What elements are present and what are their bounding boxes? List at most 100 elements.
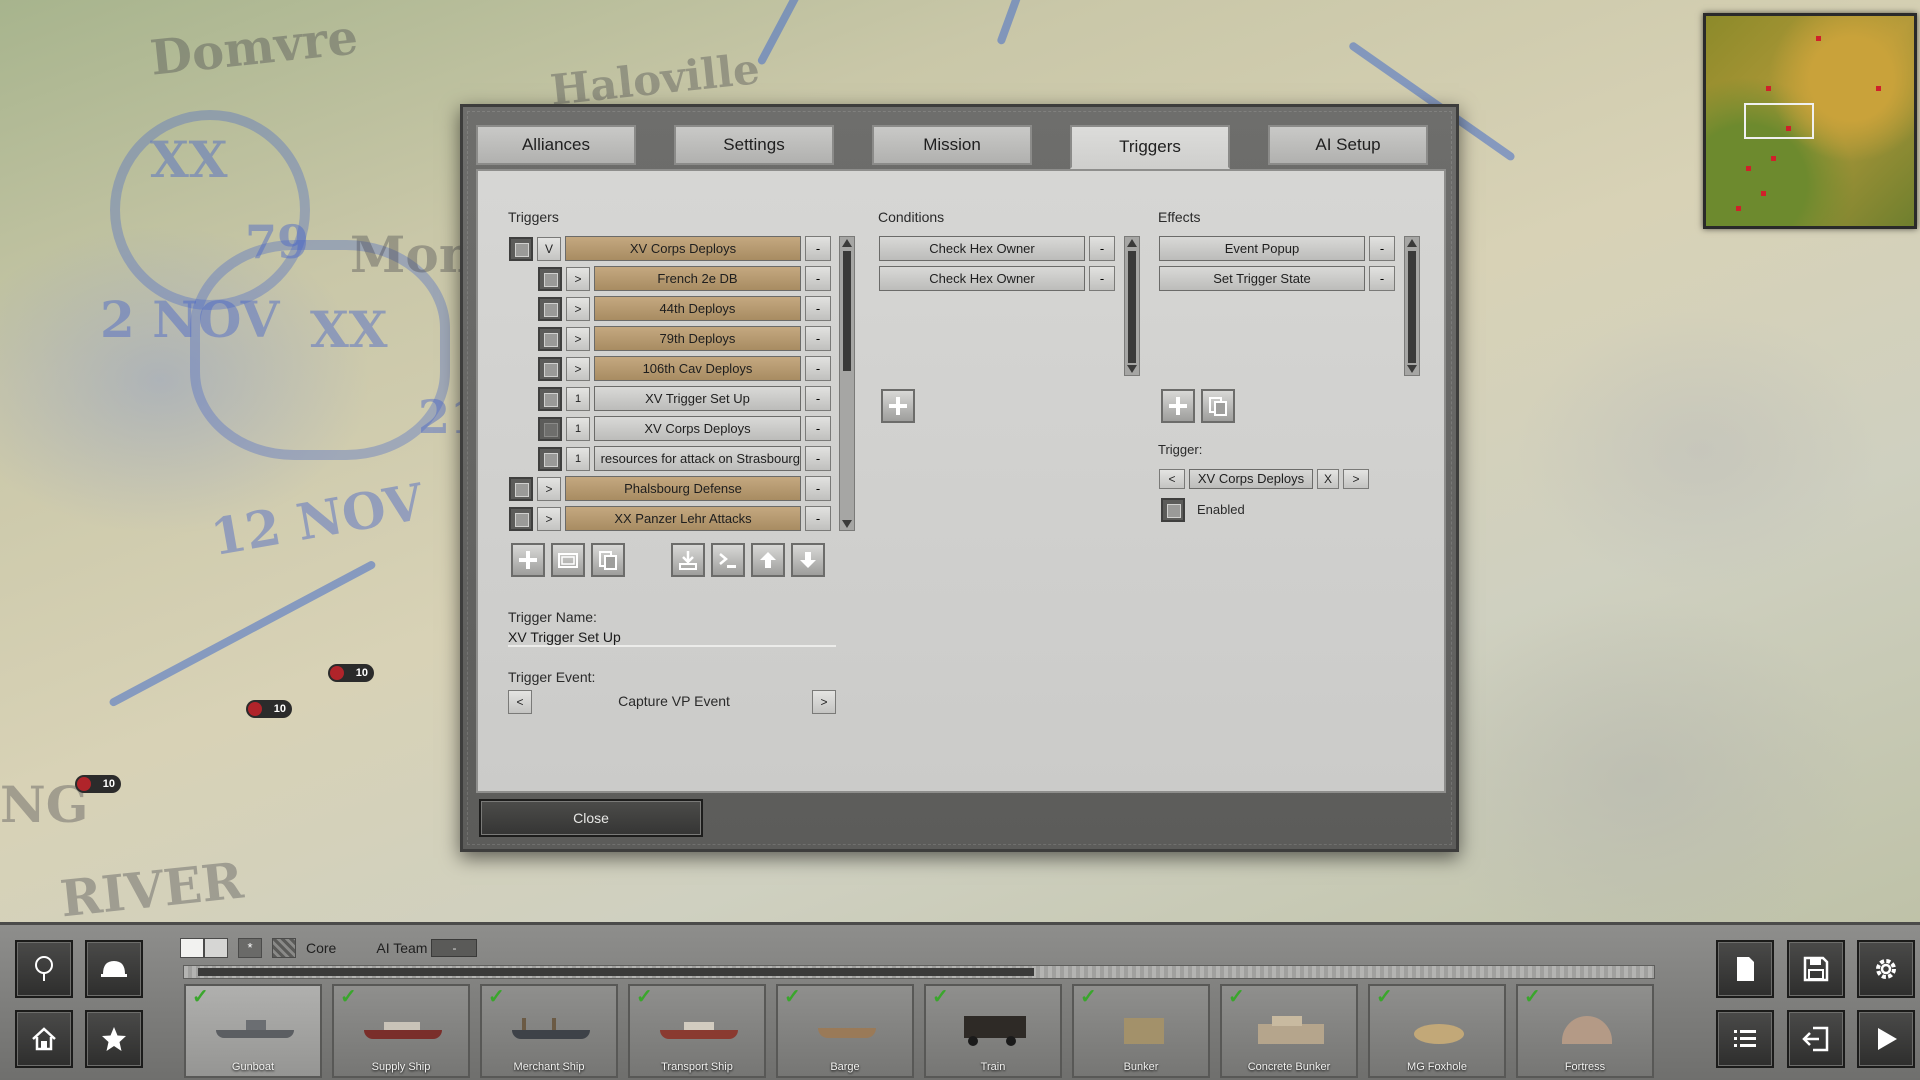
side-filter-swatch[interactable]: [204, 938, 228, 958]
script-trigger-button[interactable]: [711, 543, 745, 577]
trigger-name-button[interactable]: XV Trigger Set Up: [594, 386, 801, 411]
effect-enabled-toggle[interactable]: Enabled: [1161, 497, 1245, 522]
tab-ai-setup[interactable]: AI Setup: [1268, 125, 1428, 165]
trigger-remove-button[interactable]: -: [805, 236, 831, 261]
minimap[interactable]: [1703, 13, 1917, 229]
trigger-name-button[interactable]: XX Panzer Lehr Attacks: [565, 506, 801, 531]
effect-name-button[interactable]: Set Trigger State: [1159, 266, 1365, 291]
effect-trigger-prev-button[interactable]: <: [1159, 468, 1185, 489]
tab-alliances[interactable]: Alliances: [476, 125, 636, 165]
tab-triggers[interactable]: Triggers: [1070, 125, 1230, 169]
trigger-event-next-button[interactable]: >: [812, 690, 836, 714]
trigger-remove-button[interactable]: -: [805, 326, 831, 351]
condition-row[interactable]: Check Hex Owner -: [879, 236, 1115, 261]
unit-slot-barge[interactable]: ✓ Barge: [776, 984, 914, 1078]
condition-row[interactable]: Check Hex Owner -: [879, 266, 1115, 291]
unit-counter[interactable]: 10: [328, 664, 374, 682]
trigger-enabled-checkbox[interactable]: [538, 446, 562, 471]
trigger-enabled-checkbox[interactable]: [509, 476, 533, 501]
unit-slot-gunboat[interactable]: ✓ Gunboat: [184, 984, 322, 1078]
trigger-remove-button[interactable]: -: [805, 506, 831, 531]
scroll-down-arrow[interactable]: [842, 520, 852, 528]
add-effect-button[interactable]: [1161, 389, 1195, 423]
unit-slot-bunker[interactable]: ✓ Bunker: [1072, 984, 1210, 1078]
trigger-expand-button[interactable]: >: [566, 296, 590, 321]
scroll-thumb[interactable]: [198, 968, 1034, 976]
trigger-row[interactable]: > 79th Deploys -: [538, 326, 831, 351]
pattern-swatch[interactable]: [272, 938, 296, 958]
scroll-thumb[interactable]: [1128, 251, 1136, 363]
trigger-remove-button[interactable]: -: [805, 386, 831, 411]
trigger-name-button[interactable]: 79th Deploys: [594, 326, 801, 351]
scroll-up-arrow[interactable]: [1127, 239, 1137, 247]
side-filter-swatch[interactable]: [180, 938, 204, 958]
trigger-event-prev-button[interactable]: <: [508, 690, 532, 714]
unit-slot-transport-ship[interactable]: ✓ Transport Ship: [628, 984, 766, 1078]
tab-settings[interactable]: Settings: [674, 125, 834, 165]
trigger-expand-button[interactable]: >: [566, 326, 590, 351]
unit-slot-supply-ship[interactable]: ✓ Supply Ship: [332, 984, 470, 1078]
add-condition-button[interactable]: [881, 389, 915, 423]
trigger-expand-button[interactable]: >: [566, 266, 590, 291]
trigger-expand-button[interactable]: >: [537, 476, 561, 501]
effect-name-button[interactable]: Event Popup: [1159, 236, 1365, 261]
trigger-row[interactable]: > Phalsbourg Defense -: [509, 476, 831, 501]
trigger-row[interactable]: 1 XV Trigger Set Up -: [538, 386, 831, 411]
trigger-enabled-checkbox[interactable]: [538, 356, 562, 381]
effect-trigger-clear-button[interactable]: X: [1317, 468, 1339, 489]
trigger-expand-button[interactable]: >: [537, 506, 561, 531]
condition-remove-button[interactable]: -: [1089, 236, 1115, 261]
trigger-name-button[interactable]: 44th Deploys: [594, 296, 801, 321]
exit-button[interactable]: [1787, 1010, 1845, 1068]
terrain-mode-button[interactable]: [15, 940, 73, 998]
trigger-name-button[interactable]: 106th Cav Deploys: [594, 356, 801, 381]
trigger-name-button[interactable]: French 2e DB: [594, 266, 801, 291]
save-button[interactable]: [1787, 940, 1845, 998]
trigger-name-button[interactable]: XV Corps Deploys: [565, 236, 801, 261]
trigger-folder-button[interactable]: [551, 543, 585, 577]
units-mode-button[interactable]: [85, 940, 143, 998]
scroll-down-arrow[interactable]: [1407, 365, 1417, 373]
unit-slot-fortress[interactable]: ✓ Fortress: [1516, 984, 1654, 1078]
unit-slot-concrete-bunker[interactable]: ✓ Concrete Bunker: [1220, 984, 1358, 1078]
trigger-enabled-checkbox[interactable]: [538, 296, 562, 321]
trigger-list-scrollbar[interactable]: [839, 236, 855, 531]
unit-palette-scrollbar[interactable]: [183, 965, 1655, 979]
copy-trigger-button[interactable]: [591, 543, 625, 577]
home-button[interactable]: [15, 1010, 73, 1068]
list-button[interactable]: [1716, 1010, 1774, 1068]
scroll-down-arrow[interactable]: [1127, 365, 1137, 373]
trigger-remove-button[interactable]: -: [805, 356, 831, 381]
trigger-remove-button[interactable]: -: [805, 476, 831, 501]
core-filter-toggle[interactable]: *: [238, 938, 262, 958]
effect-enabled-checkbox[interactable]: [1161, 497, 1185, 522]
effect-remove-button[interactable]: -: [1369, 266, 1395, 291]
minimap-viewport[interactable]: [1744, 103, 1814, 139]
trigger-row[interactable]: > XX Panzer Lehr Attacks -: [509, 506, 831, 531]
trigger-enabled-checkbox[interactable]: [538, 326, 562, 351]
tab-mission[interactable]: Mission: [872, 125, 1032, 165]
conditions-scrollbar[interactable]: [1124, 236, 1140, 376]
move-trigger-down-button[interactable]: [791, 543, 825, 577]
unit-slot-mg-foxhole[interactable]: ✓ MG Foxhole: [1368, 984, 1506, 1078]
settings-button[interactable]: [1857, 940, 1915, 998]
trigger-row[interactable]: 1 resources for attack on Strasbourg -: [538, 446, 831, 471]
scroll-up-arrow[interactable]: [842, 239, 852, 247]
effect-trigger-next-button[interactable]: >: [1343, 468, 1369, 489]
play-button[interactable]: [1857, 1010, 1915, 1068]
trigger-remove-button[interactable]: -: [805, 416, 831, 441]
unit-slot-train[interactable]: ✓ Train: [924, 984, 1062, 1078]
close-button[interactable]: Close: [479, 799, 703, 837]
copy-effect-button[interactable]: [1201, 389, 1235, 423]
trigger-row[interactable]: > 44th Deploys -: [538, 296, 831, 321]
add-trigger-button[interactable]: [511, 543, 545, 577]
ai-team-select[interactable]: -: [431, 939, 478, 957]
trigger-enabled-checkbox[interactable]: [509, 506, 533, 531]
trigger-row[interactable]: > 106th Cav Deploys -: [538, 356, 831, 381]
unit-counter[interactable]: 10: [246, 700, 292, 718]
trigger-remove-button[interactable]: -: [805, 266, 831, 291]
trigger-expand-button[interactable]: >: [566, 356, 590, 381]
scroll-up-arrow[interactable]: [1407, 239, 1417, 247]
move-trigger-up-button[interactable]: [751, 543, 785, 577]
scroll-thumb[interactable]: [843, 251, 851, 371]
